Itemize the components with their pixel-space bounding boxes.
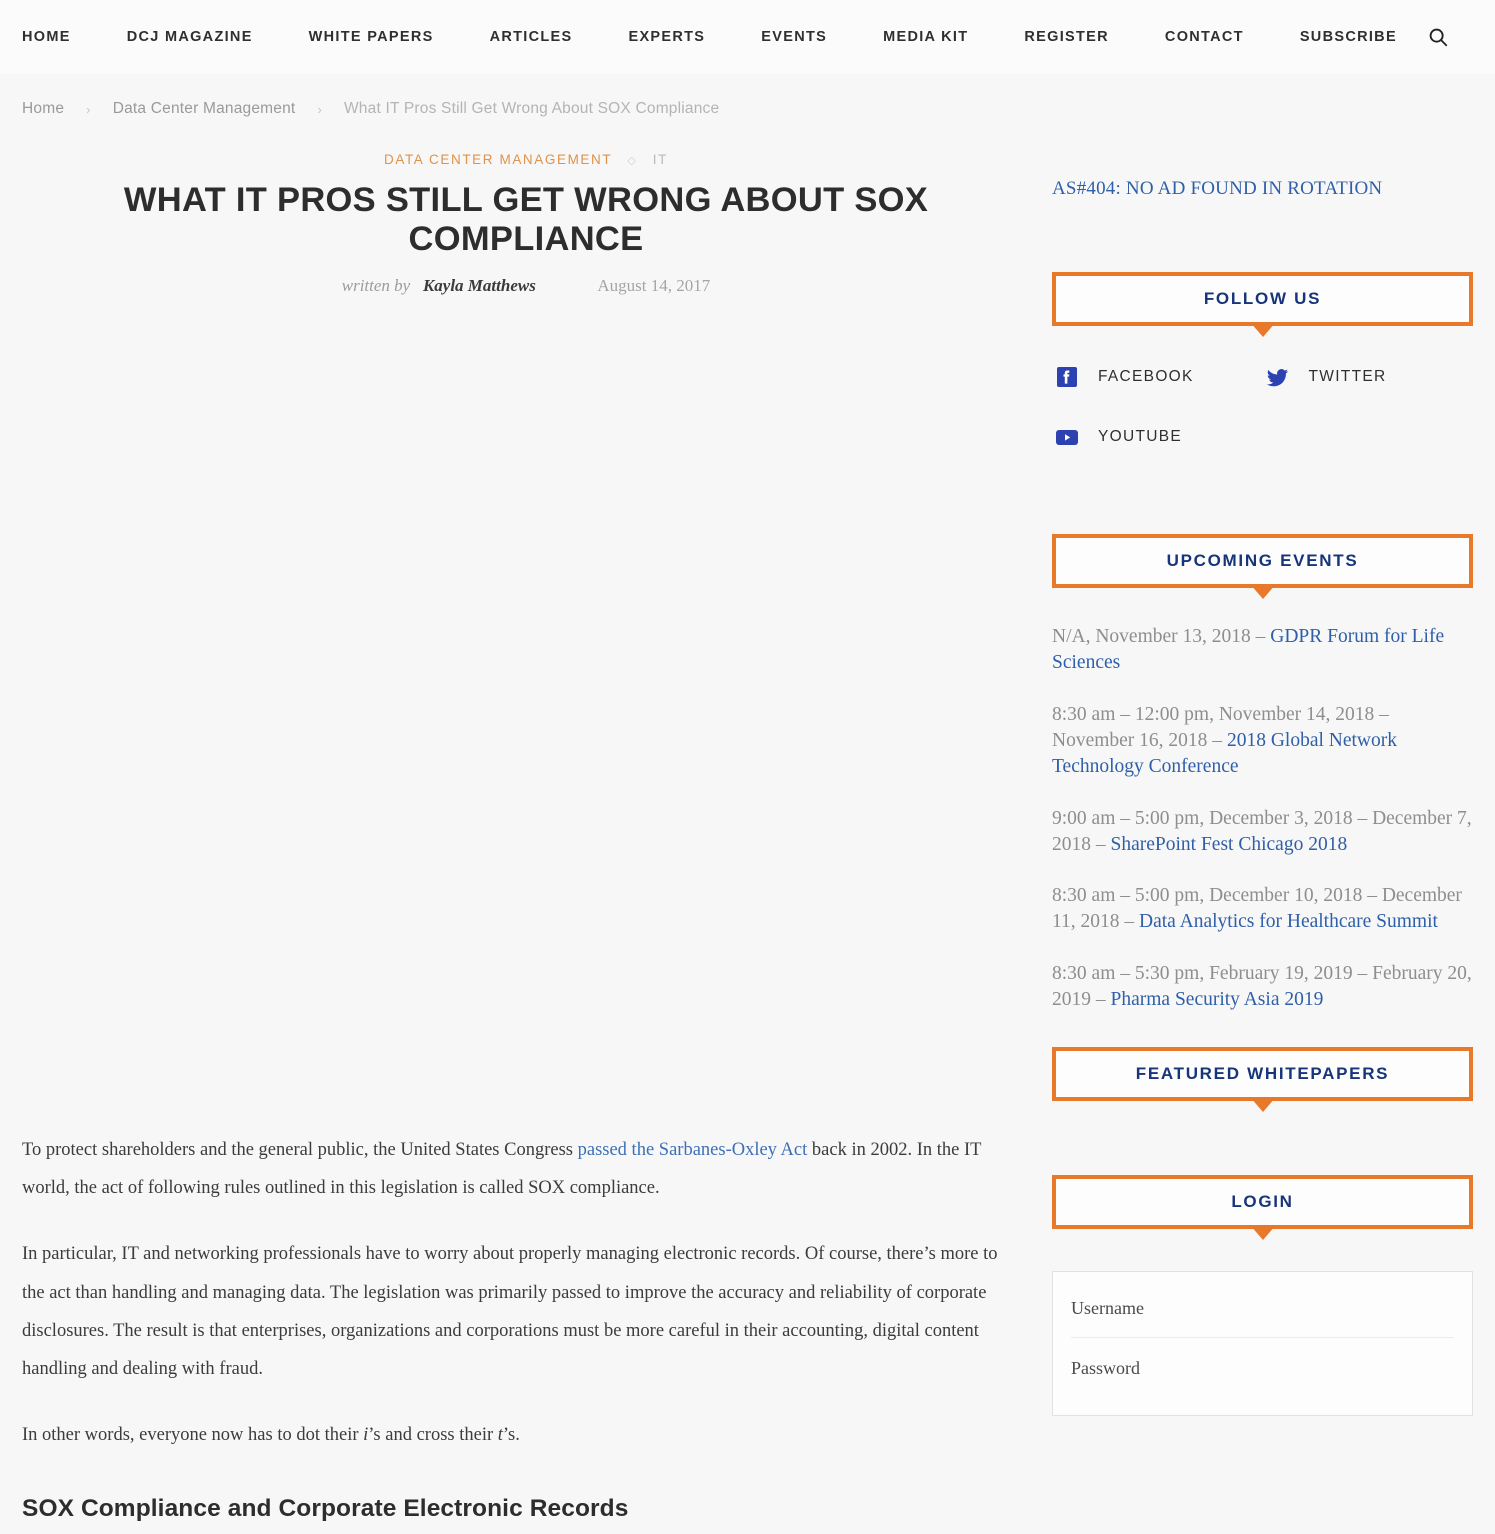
paragraph-3-text-before: In other words, everyone now has to dot … (22, 1424, 364, 1445)
nav-item-register[interactable]: REGISTER (1024, 23, 1109, 51)
featured-image-placeholder (22, 296, 1030, 1131)
article-paragraph-1: To protect shareholders and the general … (22, 1131, 1010, 1207)
widget-header-upcoming-events: UPCOMING EVENTS (1052, 534, 1473, 588)
byline-date: August 14, 2017 (597, 276, 711, 296)
nav-item-contact[interactable]: CONTACT (1165, 23, 1244, 51)
article-byline: written by Kayla Matthews August 14, 201… (22, 276, 1030, 296)
byline-author[interactable]: Kayla Matthews (423, 276, 536, 295)
social-links-grid: FACEBOOK TWITTER YOUTUBE (1052, 362, 1473, 482)
breadcrumb-separator-icon: › (317, 101, 322, 117)
social-link-youtube[interactable]: YOUTUBE (1052, 422, 1263, 452)
social-link-facebook[interactable]: FACEBOOK (1052, 362, 1263, 392)
widget-header-follow-us: FOLLOW US (1052, 272, 1473, 326)
username-input[interactable] (1071, 1292, 1454, 1338)
breadcrumb-separator-icon: › (86, 101, 91, 117)
youtube-icon (1052, 422, 1082, 452)
article-paragraph-2: In particular, IT and networking profess… (22, 1244, 998, 1379)
article-category-primary[interactable]: DATA CENTER MANAGEMENT (384, 152, 612, 167)
twitter-icon (1263, 362, 1293, 392)
facebook-icon (1052, 362, 1082, 392)
widget-title-follow-us: FOLLOW US (1203, 289, 1322, 308)
paragraph-1-text-before: To protect shareholders and the general … (22, 1140, 578, 1161)
widget-follow-us: FOLLOW US FACEBOOK TWITTER YOUTUBE (1052, 272, 1473, 482)
widget-body-login (1052, 1229, 1473, 1417)
article-column: DATA CENTER MANAGEMENT ◇ IT WHAT IT PROS… (22, 118, 1030, 1534)
widget-body-upcoming-events: N/A, November 13, 2018 – GDPR Forum for … (1052, 588, 1473, 1013)
search-icon[interactable] (1421, 20, 1455, 54)
nav-item-events[interactable]: EVENTS (761, 23, 827, 51)
event-title-link[interactable]: SharePoint Fest Chicago 2018 (1111, 834, 1348, 855)
nav-item-experts[interactable]: EXPERTS (628, 23, 705, 51)
breadcrumb-item-category[interactable]: Data Center Management (113, 100, 296, 118)
widget-title-login: LOGIN (1231, 1192, 1294, 1212)
ad-slot-notice: AS#404: NO AD FOUND IN ROTATION (1052, 178, 1383, 199)
social-link-twitter[interactable]: TWITTER (1263, 362, 1474, 392)
widget-login: LOGIN (1052, 1175, 1473, 1417)
social-label-twitter: TWITTER (1308, 368, 1387, 385)
widget-upcoming-events: UPCOMING EVENTS N/A, November 13, 2018 –… (1052, 534, 1473, 1013)
widget-body-follow-us: FACEBOOK TWITTER YOUTUBE (1052, 326, 1473, 482)
page-title: WHAT IT PROS STILL GET WRONG ABOUT SOX C… (123, 181, 929, 258)
paragraph-3-text-after: ’s. (502, 1424, 520, 1445)
article-body: To protect shareholders and the general … (22, 1131, 1030, 1534)
breadcrumb-item-home[interactable]: Home (22, 100, 64, 118)
byline-prefix: written by (341, 276, 411, 296)
event-list-item: N/A, November 13, 2018 – GDPR Forum for … (1052, 624, 1473, 676)
article-section-heading: SOX Compliance and Corporate Electronic … (22, 1495, 629, 1523)
sarbanes-oxley-link[interactable]: passed the Sarbanes-Oxley Act (578, 1140, 808, 1160)
event-datetime: N/A, November 13, 2018 – (1052, 626, 1271, 647)
widget-title-upcoming-events: UPCOMING EVENTS (1166, 551, 1359, 570)
nav-item-dcj-magazine[interactable]: DCJ MAGAZINE (127, 23, 253, 51)
article-category-line: DATA CENTER MANAGEMENT ◇ IT (22, 152, 1030, 167)
form-divider (1071, 1337, 1454, 1339)
breadcrumb: Home › Data Center Management › What IT … (0, 74, 1495, 118)
nav-item-home[interactable]: HOME (22, 23, 71, 51)
event-list-item: 9:00 am – 5:00 pm, December 3, 2018 – De… (1052, 806, 1473, 858)
event-list-item: 8:30 am – 5:30 pm, February 19, 2019 – F… (1052, 961, 1473, 1013)
widget-title-featured-whitepapers: FEATURED WHITEPAPERS (1135, 1064, 1390, 1084)
page-content: DATA CENTER MANAGEMENT ◇ IT WHAT IT PROS… (0, 118, 1495, 1534)
nav-item-articles[interactable]: ARTICLES (490, 23, 573, 51)
top-navigation-bar: HOME DCJ MAGAZINE WHITE PAPERS ARTICLES … (0, 0, 1495, 74)
event-title-link[interactable]: Pharma Security Asia 2019 (1111, 989, 1324, 1010)
nav-item-white-papers[interactable]: WHITE PAPERS (309, 23, 434, 51)
breadcrumb-item-current: What IT Pros Still Get Wrong About SOX C… (343, 100, 720, 117)
article-category-secondary[interactable]: IT (653, 152, 668, 167)
widget-header-featured-whitepapers: FEATURED WHITEPAPERS (1052, 1047, 1473, 1102)
login-form (1052, 1271, 1473, 1417)
category-separator-icon: ◇ (627, 154, 638, 167)
event-list-item: 8:30 am – 5:00 pm, December 10, 2018 – D… (1052, 883, 1473, 935)
sidebar: AS#404: NO AD FOUND IN ROTATION FOLLOW U… (1030, 118, 1473, 1442)
social-label-youtube: YOUTUBE (1098, 428, 1183, 445)
nav-link-list: HOME DCJ MAGAZINE WHITE PAPERS ARTICLES … (22, 23, 1421, 51)
article-paragraph-3: In other words, everyone now has to dot … (22, 1416, 1010, 1454)
nav-item-subscribe[interactable]: SUBSCRIBE (1300, 23, 1397, 51)
event-title-link[interactable]: Data Analytics for Healthcare Summit (1139, 911, 1438, 932)
widget-header-login: LOGIN (1052, 1175, 1473, 1230)
event-list-item: 8:30 am – 12:00 pm, November 14, 2018 – … (1052, 702, 1473, 780)
social-label-facebook: FACEBOOK (1098, 368, 1194, 385)
password-input[interactable] (1071, 1352, 1454, 1398)
widget-featured-whitepapers: FEATURED WHITEPAPERS (1052, 1047, 1473, 1102)
nav-item-media-kit[interactable]: MEDIA KIT (883, 23, 968, 51)
paragraph-3-text-mid: ’s and cross their (368, 1424, 498, 1445)
